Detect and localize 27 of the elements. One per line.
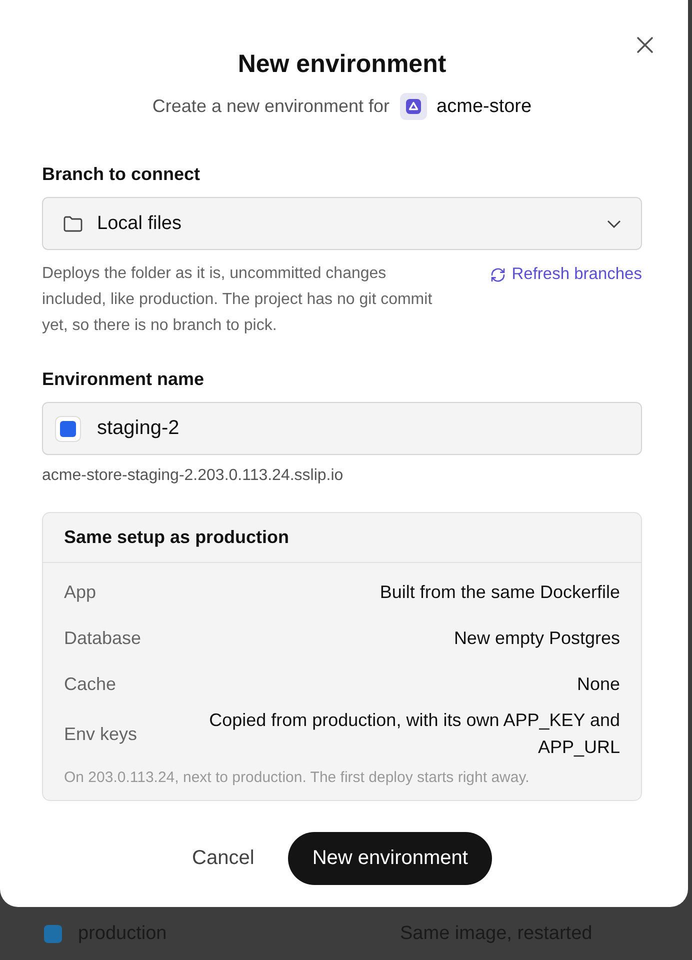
project-icon <box>400 93 427 120</box>
setup-value: None <box>576 672 620 696</box>
setup-label: Env keys <box>64 724 138 744</box>
setup-label: Database <box>64 628 142 648</box>
dialog-subtitle: Create a new environment for <box>152 96 390 117</box>
setup-label: Cache <box>64 674 116 694</box>
field-label: Branch to connect <box>42 164 202 185</box>
chevron-down-icon <box>607 220 621 228</box>
refresh-branches-link[interactable]: Refresh branches <box>490 261 642 287</box>
dialog-title: New environment <box>236 50 448 79</box>
setup-value: New empty Postgres <box>454 626 620 650</box>
environment-name-field[interactable]: staging-2 <box>42 402 642 455</box>
folder-icon <box>63 214 83 232</box>
branch-hint: Deploys the folder as it is, uncommitted changes included, like production. The project has no git commit yet, so there is no branch to pick. <box>42 264 434 336</box>
environment-url: acme-store-staging-2.203.0.113.24.sslip.io <box>42 467 344 485</box>
setup-value: Copied from production, with its own APP_KEY and APP_URL <box>208 709 620 759</box>
setup-value: Built from the same Dockerfile <box>380 580 620 604</box>
cancel-button[interactable]: Cancel <box>192 832 254 885</box>
new-environment-button[interactable]: New environment <box>288 832 492 885</box>
refresh-icon <box>490 267 506 283</box>
card-title: Same setup as production <box>43 513 641 563</box>
setup-label: App <box>64 582 96 602</box>
setup-note: On 203.0.113.24, next to production. The first deploy starts right away. <box>64 769 530 786</box>
field-label: Environment name <box>42 369 206 390</box>
color-picker[interactable] <box>55 416 81 442</box>
branch-select[interactable]: Local files <box>42 197 642 250</box>
project-name: acme-store <box>436 96 532 118</box>
